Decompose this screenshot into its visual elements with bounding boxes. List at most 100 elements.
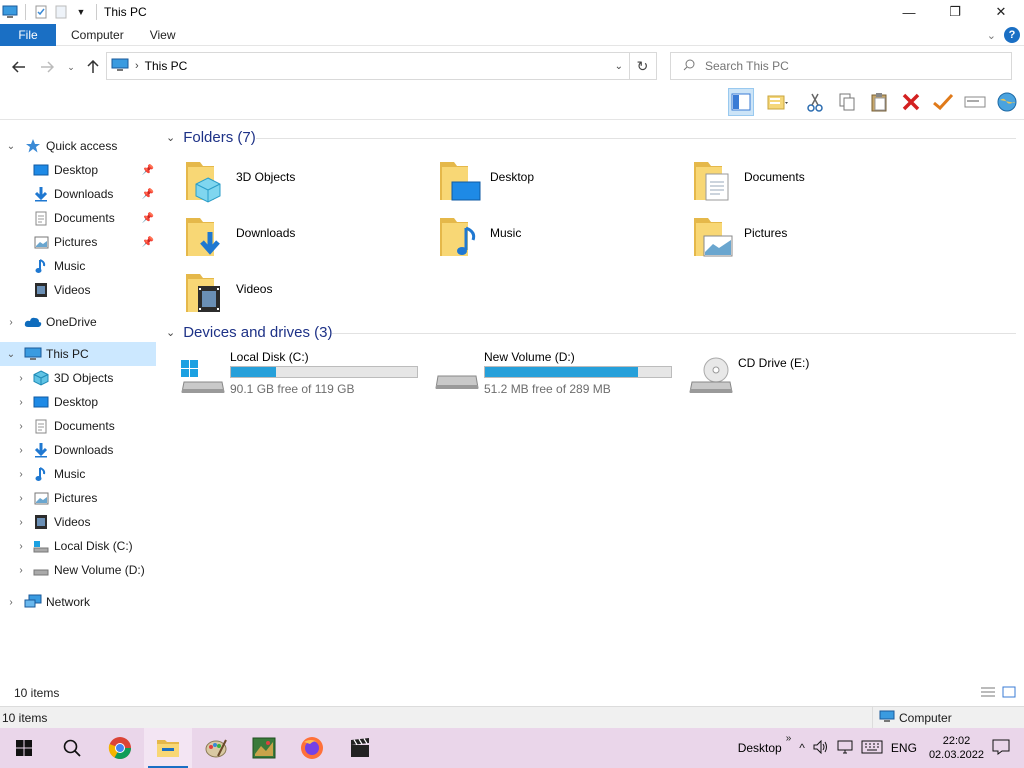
preview-pane-button[interactable] (728, 88, 754, 116)
chevron-right-icon[interactable]: › (14, 421, 28, 432)
search-input[interactable] (705, 59, 985, 73)
recent-locations-button[interactable]: ⌄ (60, 56, 82, 78)
folder-videos[interactable]: Videos (184, 270, 434, 320)
nav-qa-downloads[interactable]: Downloads 📌 (0, 182, 158, 206)
paste-icon[interactable] (866, 88, 892, 116)
chevron-right-icon[interactable]: › (14, 445, 28, 456)
address-bar[interactable]: › This PC ⌄ (106, 52, 630, 80)
volume-icon[interactable] (813, 739, 829, 757)
video-editor-icon[interactable] (336, 728, 384, 768)
nav-pc-downloads[interactable]: › Downloads (0, 438, 158, 462)
nav-network[interactable]: › Network (0, 590, 158, 614)
folder-documents[interactable]: Documents (692, 158, 942, 208)
toolbar-chevron-icon[interactable]: » (786, 733, 792, 744)
up-button[interactable] (82, 56, 104, 78)
nav-pc-videos[interactable]: › Videos (0, 510, 158, 534)
pin-icon[interactable]: 📌 (142, 237, 154, 248)
tab-file[interactable]: File (0, 23, 56, 46)
properties-icon[interactable] (33, 4, 49, 20)
drive-local-disk-c[interactable]: Local Disk (C:) 90.1 GB free of 119 GB (180, 350, 430, 400)
chevron-right-icon[interactable]: › (4, 317, 18, 328)
delete-icon[interactable] (898, 88, 924, 116)
show-hidden-icons-icon[interactable]: ^ (799, 741, 805, 755)
chrome-icon[interactable] (96, 728, 144, 768)
folders-group-header[interactable]: ⌄ Folders (7) (166, 129, 256, 146)
nav-qa-videos[interactable]: Videos (0, 278, 158, 302)
paint-icon[interactable] (192, 728, 240, 768)
pin-icon[interactable]: 📌 (142, 189, 154, 200)
keyboard-icon[interactable] (861, 740, 883, 757)
chevron-right-icon[interactable]: › (14, 565, 28, 576)
network-status-icon[interactable] (837, 740, 853, 757)
folder-music[interactable]: Music (438, 214, 688, 264)
help-icon[interactable]: ? (1004, 27, 1020, 43)
cut-icon[interactable] (802, 88, 828, 116)
details-view-icon[interactable] (980, 686, 996, 701)
breadcrumb-separator-icon[interactable]: › (135, 60, 139, 72)
nav-pc-pictures[interactable]: › Pictures (0, 486, 158, 510)
nav-this-pc[interactable]: ⌄ This PC (0, 342, 156, 366)
copy-icon[interactable] (834, 88, 860, 116)
chevron-right-icon[interactable]: › (14, 493, 28, 504)
check-icon[interactable] (930, 88, 956, 116)
minimize-button[interactable]: — (886, 0, 932, 24)
computer-icon[interactable] (2, 4, 18, 20)
chevron-down-icon[interactable]: ⌄ (615, 61, 623, 72)
folder-desktop[interactable]: Desktop (438, 158, 688, 208)
desktop-toolbar-label[interactable]: Desktop (738, 741, 782, 755)
nav-qa-desktop[interactable]: Desktop 📌 (0, 158, 158, 182)
nav-pc-new-volume-d[interactable]: › New Volume (D:) (0, 558, 158, 582)
chevron-right-icon[interactable]: › (14, 397, 28, 408)
chevron-right-icon[interactable]: › (14, 373, 28, 384)
new-folder-button[interactable] (760, 88, 796, 116)
drives-group-header[interactable]: ⌄ Devices and drives (3) (166, 324, 332, 341)
nav-pc-music[interactable]: › Music (0, 462, 158, 486)
drive-new-volume-d[interactable]: New Volume (D:) 51.2 MB free of 289 MB (434, 350, 684, 400)
nav-quick-access[interactable]: ⌄ Quick access (0, 134, 158, 158)
chevron-down-icon[interactable]: ⌄ (166, 326, 175, 339)
tab-view[interactable]: View (137, 24, 189, 46)
file-explorer-icon[interactable] (144, 728, 192, 768)
nav-pc-local-disk-c[interactable]: › Local Disk (C:) (0, 534, 158, 558)
clock[interactable]: 22:02 02.03.2022 (929, 734, 984, 762)
nav-pc-desktop[interactable]: › Desktop (0, 390, 158, 414)
notifications-icon[interactable] (992, 739, 1010, 758)
expand-ribbon-icon[interactable]: ⌄ (987, 29, 996, 42)
image-viewer-icon[interactable] (240, 728, 288, 768)
breadcrumb[interactable]: This PC (145, 59, 188, 73)
drive-cd-e[interactable]: CD Drive (E:) (688, 350, 938, 400)
tab-computer[interactable]: Computer (58, 24, 137, 46)
firefox-icon[interactable] (288, 728, 336, 768)
nav-pc-documents[interactable]: › Documents (0, 414, 158, 438)
pin-icon[interactable]: 📌 (142, 165, 154, 176)
nav-pc-3d-objects[interactable]: › 3D Objects (0, 366, 158, 390)
chevron-right-icon[interactable]: › (14, 517, 28, 528)
chevron-down-icon[interactable]: ⌄ (166, 131, 175, 144)
search-box[interactable] (670, 52, 1012, 80)
chevron-down-icon[interactable]: ▼ (73, 4, 89, 20)
close-button[interactable]: ✕ (978, 0, 1024, 24)
maximize-button[interactable]: ❐ (932, 0, 978, 24)
forward-button[interactable] (36, 56, 58, 78)
chevron-down-icon[interactable]: ⌄ (4, 141, 18, 152)
back-button[interactable] (8, 56, 30, 78)
language-indicator[interactable]: ENG (891, 741, 917, 755)
new-folder-icon[interactable] (53, 4, 69, 20)
chevron-right-icon[interactable]: › (14, 469, 28, 480)
nav-qa-pictures[interactable]: Pictures 📌 (0, 230, 158, 254)
chevron-down-icon[interactable]: ⌄ (4, 349, 18, 360)
globe-icon[interactable] (994, 88, 1020, 116)
nav-onedrive[interactable]: › OneDrive (0, 310, 158, 334)
search-button[interactable] (48, 728, 96, 768)
chevron-right-icon[interactable]: › (4, 597, 18, 608)
refresh-button[interactable]: ↻ (629, 52, 657, 80)
chevron-right-icon[interactable]: › (14, 541, 28, 552)
folder-pictures[interactable]: Pictures (692, 214, 942, 264)
folder-downloads[interactable]: Downloads (184, 214, 434, 264)
pin-icon[interactable]: 📌 (142, 213, 154, 224)
rename-icon[interactable] (962, 88, 988, 116)
start-button[interactable] (0, 728, 48, 768)
large-icons-view-icon[interactable] (1002, 686, 1016, 701)
folder-3d-objects[interactable]: 3D Objects (184, 158, 434, 208)
nav-qa-documents[interactable]: Documents 📌 (0, 206, 158, 230)
